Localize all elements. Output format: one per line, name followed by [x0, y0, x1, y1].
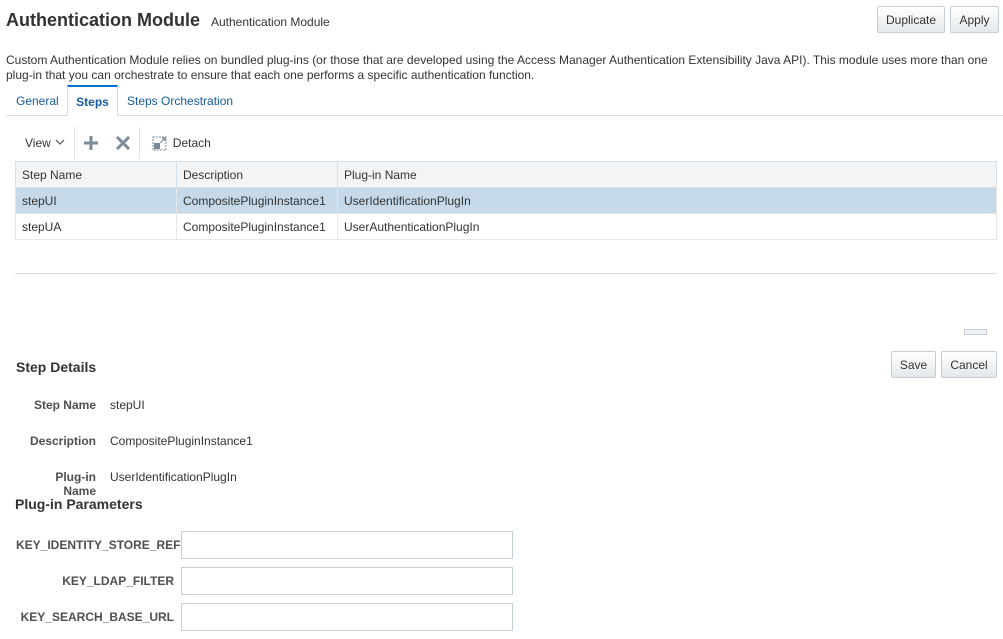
detach-icon	[152, 136, 167, 150]
plus-icon[interactable]	[75, 127, 107, 159]
identity-store-ref-input[interactable]	[181, 531, 513, 559]
view-menu-label: View	[25, 136, 51, 150]
table-row[interactable]: stepUA CompositePluginInstance1 UserAuth…	[15, 213, 997, 240]
step-name-label: Step Name	[33, 398, 96, 412]
steps-table: Step Name Description Plug-in Name stepU…	[15, 161, 997, 240]
cell-step-name: stepUA	[15, 213, 177, 240]
param-label-search-base-url: KEY_SEARCH_BASE_URL	[20, 610, 174, 624]
cell-plugin-name: UserIdentificationPlugIn	[337, 187, 997, 214]
section-divider	[15, 273, 997, 274]
description-label: Description	[29, 434, 96, 448]
param-label-identity-store-ref: KEY_IDENTITY_STORE_REF	[16, 538, 181, 552]
close-icon[interactable]	[107, 127, 139, 159]
column-header-step-name[interactable]: Step Name	[15, 161, 177, 188]
table-toolbar: View Detach	[16, 127, 217, 159]
cell-plugin-name: UserAuthenticationPlugIn	[337, 213, 997, 240]
tab-bar: General Steps Steps Orchestration	[6, 85, 1003, 117]
view-menu[interactable]: View	[16, 127, 74, 159]
plugin-name-value: UserIdentificationPlugIn	[110, 470, 237, 484]
column-header-plugin-name[interactable]: Plug-in Name	[337, 161, 997, 188]
plugin-parameters-title: Plug-in Parameters	[15, 496, 143, 512]
chevron-down-icon	[55, 138, 65, 149]
detach-button[interactable]: Detach	[140, 127, 217, 159]
apply-button[interactable]: Apply	[950, 6, 999, 33]
cell-description: CompositePluginInstance1	[176, 213, 338, 240]
ldap-filter-input[interactable]	[181, 567, 513, 595]
plugin-name-label: Plug-in Name	[55, 470, 96, 498]
table-row[interactable]: stepUI CompositePluginInstance1 UserIden…	[15, 187, 997, 214]
tab-steps-orchestration[interactable]: Steps Orchestration	[119, 85, 241, 116]
page-header: Authentication Module Authentication Mod…	[6, 10, 330, 31]
column-header-description[interactable]: Description	[176, 161, 338, 188]
cell-step-name: stepUI	[15, 187, 177, 214]
page-title: Authentication Module	[6, 10, 200, 30]
cell-description: CompositePluginInstance1	[176, 187, 338, 214]
tab-steps[interactable]: Steps	[67, 85, 118, 117]
tab-general[interactable]: General	[8, 85, 67, 116]
module-description: Custom Authentication Module relies on b…	[6, 53, 988, 82]
splitter-handle[interactable]	[964, 329, 987, 335]
description-value: CompositePluginInstance1	[110, 434, 253, 448]
step-details-title: Step Details	[16, 359, 97, 375]
step-name-value: stepUI	[110, 398, 145, 412]
page-subtitle: Authentication Module	[210, 15, 330, 29]
detach-label: Detach	[172, 136, 211, 150]
search-base-url-input[interactable]	[181, 603, 513, 631]
table-header-row: Step Name Description Plug-in Name	[15, 161, 997, 188]
param-label-ldap-filter: KEY_LDAP_FILTER	[62, 574, 174, 588]
duplicate-button[interactable]: Duplicate	[877, 6, 945, 33]
cancel-button[interactable]: Cancel	[941, 351, 997, 378]
save-button[interactable]: Save	[891, 351, 936, 378]
